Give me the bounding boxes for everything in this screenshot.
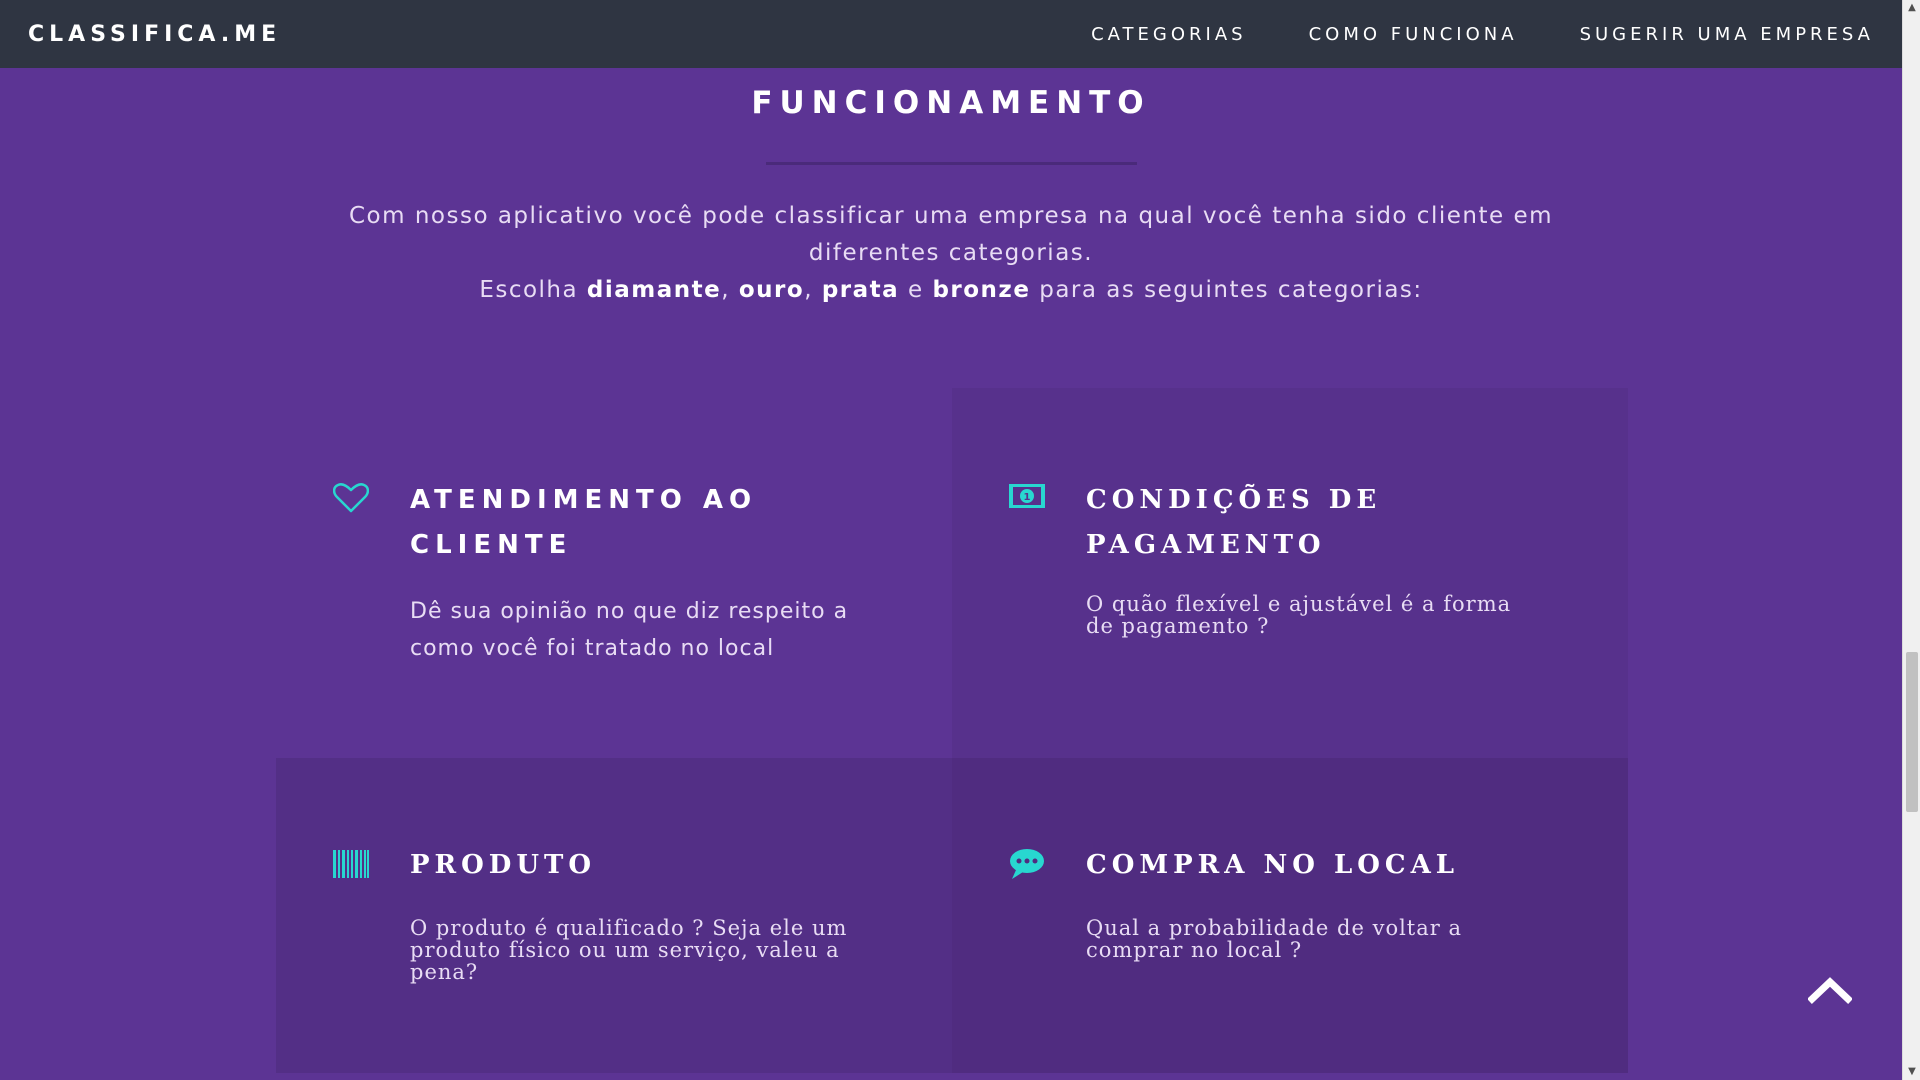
- brand-logo[interactable]: CLASSIFICA.ME: [28, 22, 281, 47]
- heart-icon: [331, 478, 371, 518]
- card-description: Qual a probabilidade de voltar a comprar…: [1086, 916, 1462, 962]
- card-title: CONDIÇÕES DE PAGAMENTO: [1086, 485, 1382, 560]
- nav-link-como-funciona[interactable]: COMO FUNCIONA: [1309, 24, 1518, 45]
- nav-link-sugerir-empresa[interactable]: SUGERIR UMA EMPRESA: [1580, 24, 1874, 45]
- intro-line-1: Com nosso aplicativo você pode classific…: [348, 203, 1553, 266]
- category-card-compra-local: COMPRA NO LOCAL Qual a probabilidade de …: [952, 758, 1628, 1073]
- title-divider: [766, 162, 1137, 165]
- scroll-down-arrow-icon[interactable]: ▼: [1903, 1064, 1920, 1080]
- card-description: Dê sua opinião no que diz respeito a com…: [410, 599, 849, 661]
- card-description: O quão flexível e ajustável é a forma de…: [1086, 592, 1512, 638]
- intro-suffix: para as seguintes categorias:: [1030, 277, 1423, 303]
- chevron-up-icon: [1807, 977, 1853, 1004]
- card-title: COMPRA NO LOCAL: [1086, 850, 1460, 880]
- scroll-thumb[interactable]: [1906, 652, 1918, 812]
- back-to-top-button[interactable]: [1807, 975, 1853, 1005]
- category-card-produto: PRODUTO O produto é qualificado ? Seja e…: [276, 758, 952, 1073]
- page-scrollbar[interactable]: ▲ ▼: [1902, 0, 1920, 1080]
- intro-prefix: Escolha: [479, 277, 587, 303]
- card-title: ATENDIMENTO AO CLIENTE: [410, 485, 758, 560]
- intro-separator: ,: [721, 277, 739, 303]
- intro-text: Com nosso aplicativo você pode classific…: [300, 198, 1602, 309]
- nav-links: CATEGORIAS COMO FUNCIONA SUGERIR UMA EMP…: [1029, 24, 1874, 45]
- level-ouro: ouro: [738, 277, 805, 303]
- intro-line-2: Escolha diamante, ouro, prata e bronze p…: [300, 272, 1602, 309]
- scroll-up-arrow-icon[interactable]: ▲: [1903, 0, 1920, 16]
- svg-text:1: 1: [1024, 492, 1031, 503]
- money-icon: 1: [1007, 476, 1047, 516]
- intro-separator: e: [899, 277, 933, 303]
- card-description: O produto é qualificado ? Seja ele um pr…: [410, 916, 848, 984]
- chat-icon: [1007, 844, 1047, 884]
- categories-grid: ATENDIMENTO AO CLIENTE Dê sua opinião no…: [276, 388, 1628, 1073]
- level-bronze: bronze: [932, 277, 1031, 303]
- card-title: PRODUTO: [410, 850, 597, 880]
- level-prata: prata: [821, 277, 900, 303]
- level-diamante: diamante: [586, 277, 722, 303]
- nav-link-categorias[interactable]: CATEGORIAS: [1091, 24, 1247, 45]
- section-title: FUNCIONAMENTO: [751, 85, 1151, 121]
- intro-separator: ,: [804, 277, 822, 303]
- barcode-icon: [331, 844, 371, 884]
- navbar: CLASSIFICA.ME CATEGORIAS COMO FUNCIONA S…: [0, 0, 1902, 68]
- category-card-atendimento: ATENDIMENTO AO CLIENTE Dê sua opinião no…: [276, 388, 952, 758]
- category-card-pagamento: 1 CONDIÇÕES DE PAGAMENTO O quão flexível…: [952, 388, 1628, 758]
